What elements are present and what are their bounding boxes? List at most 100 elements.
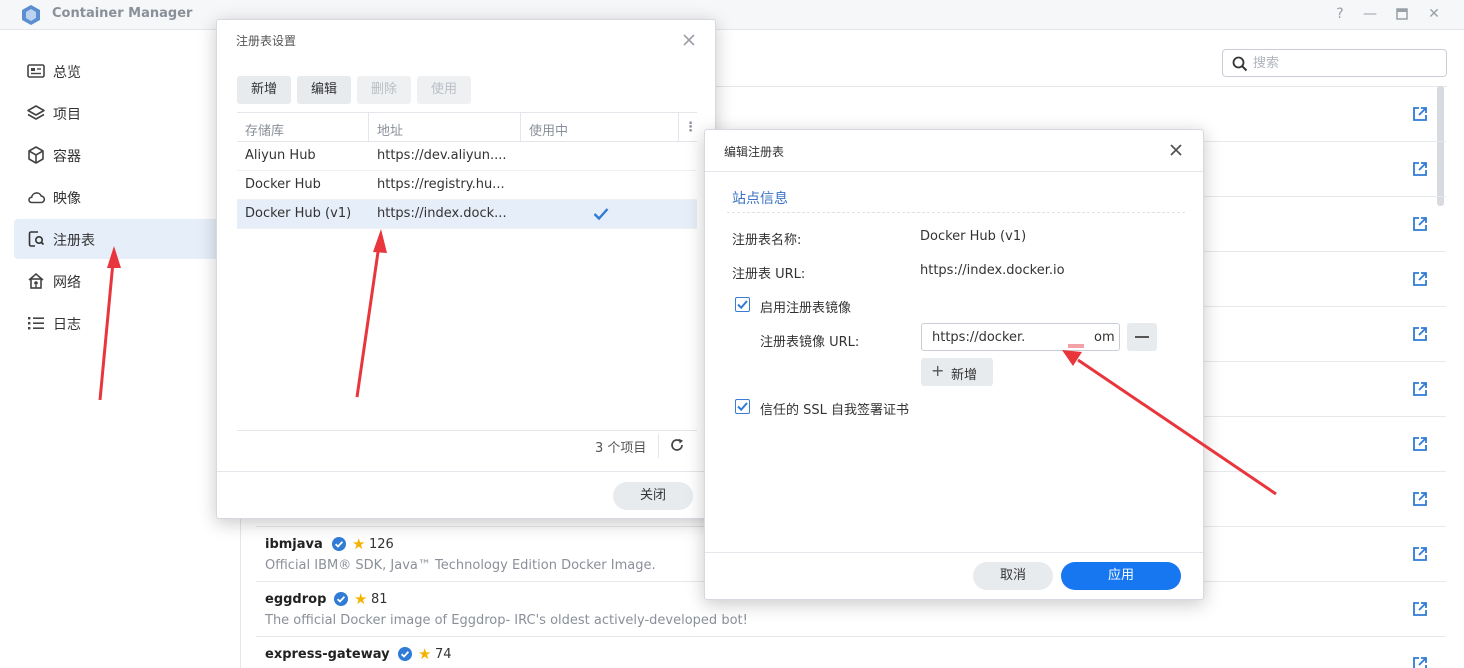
close-window-icon[interactable]: ✕ bbox=[1424, 4, 1444, 24]
cell-address: https://index.dock... bbox=[377, 206, 507, 221]
edit-button[interactable]: 编辑 bbox=[297, 76, 351, 104]
table-row[interactable]: Aliyun Hub https://dev.aliyun.... bbox=[237, 142, 697, 171]
registry-name-label: 注册表名称: bbox=[732, 233, 802, 248]
verified-icon bbox=[332, 537, 346, 551]
dialog-title: 注册表设置 bbox=[236, 34, 297, 48]
search-box[interactable] bbox=[1222, 49, 1447, 77]
search-icon bbox=[1232, 56, 1248, 72]
registry-settings-dialog: 注册表设置 新增 编辑 删除 使用 存储库 地址 使用中 ⋮ Aliyun Hu… bbox=[216, 19, 716, 519]
external-link-icon[interactable] bbox=[1412, 161, 1428, 177]
close-icon[interactable] bbox=[681, 32, 697, 48]
verified-icon bbox=[334, 592, 348, 606]
cell-repo: Docker Hub (v1) bbox=[245, 206, 352, 221]
close-icon[interactable] bbox=[1168, 142, 1184, 158]
cell-address: https://registry.hu... bbox=[377, 177, 505, 192]
external-link-icon[interactable] bbox=[1412, 656, 1428, 668]
sidebar-item-network[interactable]: 网络 bbox=[14, 261, 228, 301]
cancel-button[interactable]: 取消 bbox=[973, 562, 1053, 590]
image-name: ibmjava bbox=[265, 537, 323, 552]
column-divider bbox=[520, 113, 521, 142]
sidebar-item-containers[interactable]: 容器 bbox=[14, 135, 228, 175]
list-icon bbox=[28, 317, 44, 330]
table-footer-divider bbox=[237, 430, 697, 431]
image-description: The official Docker image of Eggdrop- IR… bbox=[265, 613, 748, 628]
help-icon[interactable]: ? bbox=[1330, 4, 1350, 24]
minimize-icon[interactable]: — bbox=[1360, 4, 1380, 24]
minus-icon bbox=[1135, 336, 1149, 338]
apply-button[interactable]: 应用 bbox=[1061, 562, 1181, 590]
use-button[interactable]: 使用 bbox=[417, 76, 471, 104]
delete-button[interactable]: 删除 bbox=[357, 76, 411, 104]
external-link-icon[interactable] bbox=[1412, 381, 1428, 397]
refresh-icon[interactable] bbox=[670, 438, 684, 452]
container-manager-logo-icon bbox=[22, 5, 40, 25]
table-row[interactable]: Docker Hub https://registry.hu... bbox=[237, 171, 697, 200]
star-icon: ★ bbox=[354, 590, 368, 608]
plus-icon: + bbox=[931, 361, 945, 380]
registry-url-label: 注册表 URL: bbox=[732, 267, 806, 282]
sidebar-item-projects[interactable]: 项目 bbox=[14, 93, 228, 133]
dialog-title: 编辑注册表 bbox=[724, 145, 785, 159]
list-item[interactable]: express-gateway ★ 74 bbox=[256, 637, 1446, 668]
column-divider bbox=[678, 113, 679, 142]
external-link-icon[interactable] bbox=[1412, 271, 1428, 287]
sidebar-item-label: 项目 bbox=[53, 107, 81, 123]
layers-icon bbox=[27, 105, 45, 120]
add-mirror-button[interactable]: + 新增 bbox=[921, 358, 993, 386]
registry-name-value: Docker Hub (v1) bbox=[920, 229, 1027, 244]
section-title: 站点信息 bbox=[732, 191, 788, 207]
sidebar: 总览 项目 容器 映像 注册表 网络 日志 bbox=[0, 31, 241, 668]
image-name: eggdrop bbox=[265, 592, 327, 607]
dialog-header-divider bbox=[705, 171, 1203, 172]
sidebar-item-label: 映像 bbox=[53, 191, 81, 207]
external-link-icon[interactable] bbox=[1412, 436, 1428, 452]
maximize-icon[interactable] bbox=[1392, 4, 1412, 24]
external-link-icon[interactable] bbox=[1412, 106, 1428, 122]
table-row[interactable]: Docker Hub (v1) https://index.dock... bbox=[237, 200, 697, 229]
footer-divider bbox=[658, 434, 659, 458]
cell-repo: Aliyun Hub bbox=[245, 148, 316, 163]
sidebar-item-overview[interactable]: 总览 bbox=[14, 51, 228, 91]
cloud-icon bbox=[28, 192, 46, 204]
star-icon: ★ bbox=[418, 645, 432, 663]
check-icon bbox=[737, 300, 748, 310]
in-use-check-icon bbox=[593, 208, 609, 221]
enable-mirror-label: 启用注册表镜像 bbox=[760, 301, 852, 316]
sidebar-item-images[interactable]: 映像 bbox=[14, 177, 228, 217]
external-link-icon[interactable] bbox=[1412, 216, 1428, 232]
sidebar-item-logs[interactable]: 日志 bbox=[14, 303, 228, 343]
trust-ssl-checkbox[interactable] bbox=[735, 399, 750, 414]
dialog-footer-divider bbox=[705, 552, 1203, 553]
check-icon bbox=[737, 402, 748, 412]
sidebar-item-registry[interactable]: 注册表 bbox=[14, 219, 228, 259]
column-menu-icon[interactable]: ⋮ bbox=[684, 120, 697, 135]
star-icon: ★ bbox=[352, 535, 366, 553]
mirror-url-suffix: om bbox=[1094, 330, 1115, 345]
column-divider bbox=[368, 113, 369, 142]
image-description: Official IBM® SDK, Java™ Technology Edit… bbox=[265, 558, 656, 573]
star-count: 126 bbox=[369, 537, 394, 552]
mirror-url-label: 注册表镜像 URL: bbox=[760, 335, 860, 350]
close-button[interactable]: 关闭 bbox=[613, 482, 693, 510]
column-header-in-use[interactable]: 使用中 bbox=[529, 120, 568, 139]
remove-mirror-button[interactable] bbox=[1127, 323, 1157, 351]
external-link-icon[interactable] bbox=[1412, 491, 1428, 507]
external-link-icon[interactable] bbox=[1412, 546, 1428, 562]
section-divider bbox=[727, 212, 1185, 213]
registry-search-icon bbox=[28, 231, 45, 247]
table-header: 存储库 地址 使用中 ⋮ bbox=[237, 112, 697, 142]
enable-mirror-checkbox[interactable] bbox=[735, 297, 750, 312]
column-header-address[interactable]: 地址 bbox=[377, 120, 403, 139]
add-mirror-label: 新增 bbox=[951, 368, 978, 383]
image-name: express-gateway bbox=[265, 647, 390, 662]
add-button[interactable]: 新增 bbox=[237, 76, 291, 104]
app-title: Container Manager bbox=[52, 6, 193, 21]
external-link-icon[interactable] bbox=[1412, 326, 1428, 342]
overview-icon bbox=[27, 64, 45, 78]
search-input[interactable] bbox=[1253, 53, 1438, 73]
column-header-repo[interactable]: 存储库 bbox=[245, 120, 284, 139]
external-link-icon[interactable] bbox=[1412, 601, 1428, 617]
cell-address: https://dev.aliyun.... bbox=[377, 148, 507, 163]
mirror-url-input[interactable]: https://docker. om bbox=[921, 323, 1120, 351]
star-count: 74 bbox=[435, 647, 452, 662]
